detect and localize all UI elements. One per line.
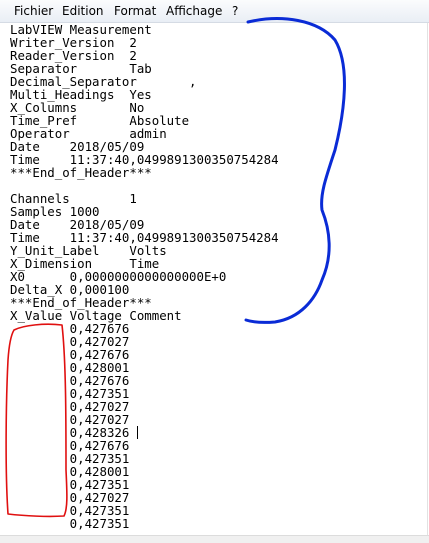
menu-fichier[interactable]: Fichier bbox=[14, 4, 53, 18]
text-caret bbox=[137, 426, 138, 439]
menu-affichage[interactable]: Affichage bbox=[166, 4, 222, 18]
menu-help[interactable]: ? bbox=[232, 4, 238, 18]
menu-edition[interactable]: Edition bbox=[62, 4, 104, 18]
text-line: 0,427351 bbox=[10, 516, 130, 531]
text-line: ***End_of_Header*** bbox=[10, 165, 152, 180]
text-editor-area[interactable]: LabVIEW Measurement Writer_Version 2 Rea… bbox=[0, 23, 428, 535]
menu-bar: Fichier Edition Format Affichage ? bbox=[0, 0, 429, 23]
menu-format[interactable]: Format bbox=[114, 4, 156, 18]
